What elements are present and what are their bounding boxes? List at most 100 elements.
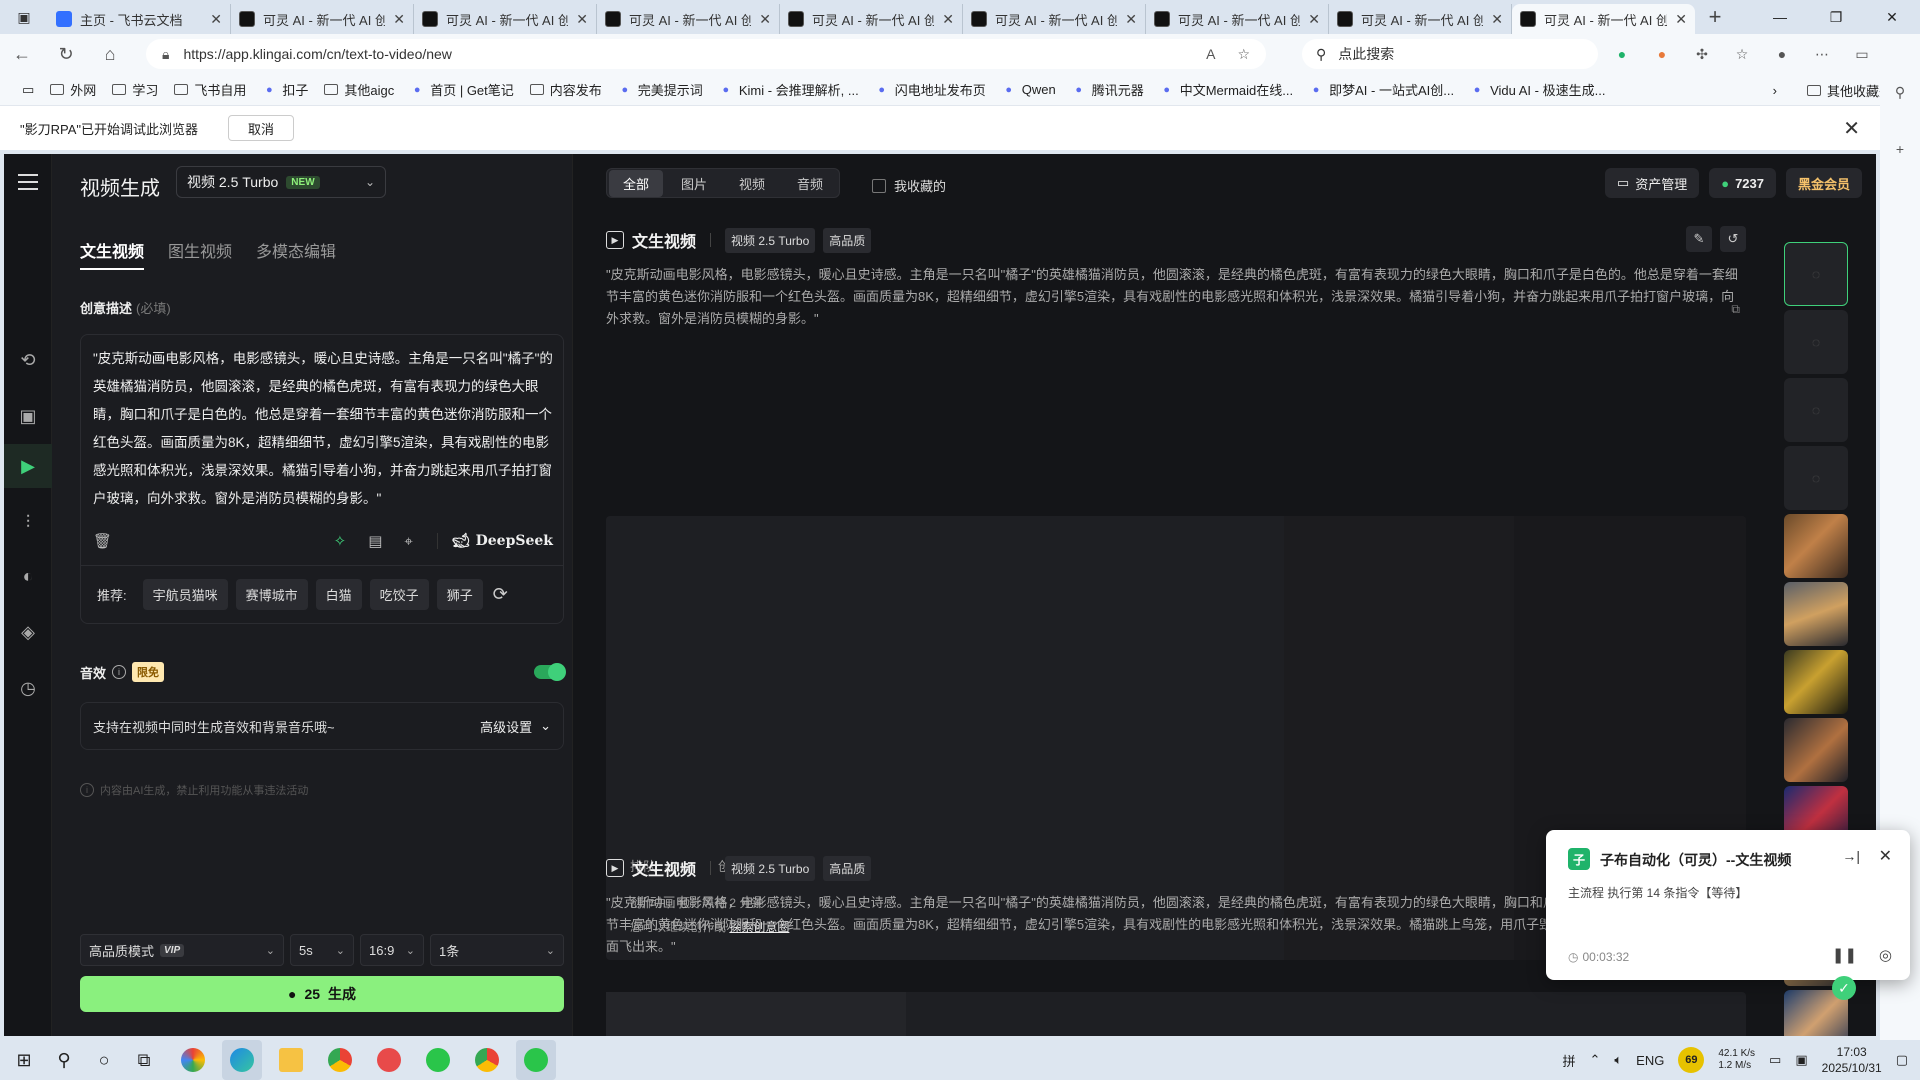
prompt-text[interactable]: "皮克斯动画电影风格，电影感镜头，暖心且史诗感。主角是一只名叫"橘子"的英雄橘猫… <box>93 345 553 513</box>
pause-icon[interactable]: ❚❚ <box>1832 946 1857 964</box>
duration-select[interactable]: 5s ⌄ <box>290 934 354 966</box>
chevron-right-icon[interactable]: › <box>1773 83 1777 98</box>
battery-indicator[interactable]: 69 <box>1678 1047 1705 1073</box>
bookmark-item[interactable]: ● Qwen <box>994 82 1064 97</box>
bookmark-item[interactable]: ● Kimi - 会推理解析, ... <box>711 80 867 99</box>
thumbnail-loading[interactable]: ◌ <box>1784 242 1848 306</box>
chrome-icon[interactable] <box>467 1040 507 1080</box>
explore-nav-icon[interactable]: ⟲ <box>4 338 52 382</box>
reading-list-icon[interactable]: ▭ <box>14 82 42 98</box>
thumbnail-image[interactable] <box>1784 582 1848 646</box>
ratio-select[interactable]: 16:9 ⌄ <box>360 934 424 966</box>
bookmark-item[interactable]: 其他aigc <box>316 80 402 99</box>
bookmark-item[interactable]: ● 扣子 <box>254 80 316 99</box>
bookmark-item[interactable]: ● 腾讯元器 <box>1064 80 1152 99</box>
wechat-icon[interactable] <box>516 1040 556 1080</box>
tab-text-to-video[interactable]: 文生视频 <box>80 238 145 270</box>
filter-image[interactable]: 图片 <box>667 170 721 197</box>
thumbnail-loading[interactable]: ◌ <box>1784 378 1848 442</box>
taskbar-app-icon[interactable] <box>369 1040 409 1080</box>
rec-chip[interactable]: 宇航员猫咪 <box>142 579 228 610</box>
video-nav-icon[interactable]: ▶ <box>4 444 52 488</box>
thumbnail-image[interactable] <box>1784 718 1848 782</box>
history-nav-icon[interactable]: ◷ <box>4 666 52 710</box>
bookmark-item[interactable]: ● Vidu AI - 极速生成... <box>1462 80 1613 99</box>
regenerate-icon[interactable]: ↺ <box>1720 226 1746 252</box>
bookmark-item[interactable]: ● 中文Mermaid在线... <box>1152 80 1301 99</box>
home-icon[interactable]: ⌂ <box>88 34 132 74</box>
bookmark-item[interactable]: ● 闪电地址发布页 <box>867 80 994 99</box>
vip-button[interactable]: 黑金会员 <box>1785 168 1862 198</box>
back-icon[interactable]: ← <box>0 34 44 74</box>
browser-tab[interactable]: 可灵 AI - 新一代 AI 创意 ✕ <box>231 4 414 34</box>
add-icon[interactable]: + <box>1896 141 1904 157</box>
cortana-icon[interactable]: ○ <box>84 1040 124 1080</box>
thumbnail-loading[interactable]: ◌ <box>1784 310 1848 374</box>
favorite-star-icon[interactable]: ☆ <box>1237 46 1250 63</box>
effects-nav-icon[interactable]: ◈ <box>4 610 52 654</box>
deepseek-button[interactable]: 🐋︎ DeepSeek <box>436 533 553 549</box>
browser-tab[interactable]: 主页 - 飞书云文档 ✕ <box>48 4 231 34</box>
file-explorer-icon[interactable] <box>271 1040 311 1080</box>
favorites-checkbox[interactable]: 我收藏的 <box>872 176 946 195</box>
filter-video[interactable]: 视频 <box>725 170 779 197</box>
more-icon[interactable]: ⋯ <box>1812 44 1832 64</box>
chrome-icon[interactable] <box>320 1040 360 1080</box>
task-view-icon[interactable]: ⧉ <box>124 1040 164 1080</box>
close-icon[interactable]: ✕ <box>1843 116 1860 141</box>
check-extension-icon[interactable]: ● <box>1612 44 1632 64</box>
windows-start-icon[interactable]: ⊞ <box>4 1040 44 1080</box>
edit-icon[interactable]: ✎ <box>1686 226 1712 252</box>
rec-chip[interactable]: 白猫 <box>315 579 362 610</box>
rec-chip[interactable]: 吃饺子 <box>369 579 429 610</box>
tab-actions-icon[interactable]: ▣ <box>0 0 48 34</box>
browser-tab[interactable]: 可灵 AI - 新一代 AI 创意 ✕ <box>963 4 1146 34</box>
filter-audio[interactable]: 音频 <box>783 170 837 197</box>
prompt-textarea[interactable]: "皮克斯动画电影风格，电影感镜头，暖心且史诗感。主角是一只名叫"橘子"的英雄橘猫… <box>80 334 564 624</box>
chevron-up-icon[interactable]: ⌃ <box>1589 1052 1600 1068</box>
bookmark-item[interactable]: ● 首页 | Get笔记 <box>402 80 522 99</box>
bookmark-item[interactable]: 内容发布 <box>522 80 610 99</box>
checkbox-box[interactable] <box>872 178 886 193</box>
image-nav-icon[interactable]: ▣ <box>4 394 52 438</box>
puzzle-icon[interactable]: ✣ <box>1692 44 1712 64</box>
menu-icon[interactable] <box>18 174 38 190</box>
read-aloud-icon[interactable]: A <box>1206 46 1215 63</box>
bookmark-item[interactable]: 飞书自用 <box>166 80 254 99</box>
clock[interactable]: 17:03 2025/10/31 <box>1822 1044 1882 1076</box>
new-tab-button[interactable]: + <box>1695 4 1735 30</box>
search-input[interactable]: ⚲ 点此搜索 <box>1302 39 1598 69</box>
notification-icon[interactable]: ▭ <box>1769 1052 1781 1068</box>
message-icon[interactable]: ▣ <box>1795 1052 1807 1068</box>
close-tab-icon[interactable]: ✕ <box>576 11 588 28</box>
profile-avatar-icon[interactable]: ● <box>1772 44 1792 64</box>
url-input[interactable]: 🔒︎ https://app.klingai.com/cn/text-to-vi… <box>146 39 1266 69</box>
search-icon[interactable]: ⚲ <box>44 1040 84 1080</box>
close-tab-icon[interactable]: ✕ <box>1675 11 1687 28</box>
model-select[interactable]: 视频 2.5 Turbo NEW ⌄ <box>176 166 386 198</box>
rec-chip[interactable]: 狮子 <box>436 579 483 610</box>
pin-icon[interactable]: →| <box>1842 848 1860 864</box>
sfx-toggle[interactable] <box>534 663 566 681</box>
count-select[interactable]: 1条 ⌄ <box>430 934 564 966</box>
avatar-nav-icon[interactable]: ◐ <box>4 554 52 598</box>
save-icon[interactable]: ▤ <box>368 532 382 550</box>
language-indicator[interactable]: ENG <box>1636 1053 1664 1068</box>
action-center-icon[interactable]: ▢ <box>1896 1052 1908 1068</box>
tab-image-to-video[interactable]: 图生视频 <box>168 238 232 270</box>
close-tab-icon[interactable]: ✕ <box>942 11 954 28</box>
close-tab-icon[interactable]: ✕ <box>759 11 771 28</box>
close-tab-icon[interactable]: ✕ <box>1491 11 1503 28</box>
quality-mode-select[interactable]: 高品质模式 VIP ⌄ <box>80 934 284 966</box>
browser-tab[interactable]: 可灵 AI - 新一代 AI 创意 ✕ <box>597 4 780 34</box>
browser-tab[interactable]: 可灵 AI - 新一代 AI 创意 ✕ <box>1512 4 1695 34</box>
audio-nav-icon[interactable]: ⫶ <box>4 500 52 544</box>
stop-icon[interactable]: ◎ <box>1879 946 1892 964</box>
sfx-settings[interactable]: 支持在视频中同时生成音效和背景音乐哦~ 高级设置 ⌄ <box>80 702 564 750</box>
volume-icon[interactable]: 🔈︎ <box>1614 1052 1622 1068</box>
collections-icon[interactable]: ☆ <box>1732 44 1752 64</box>
wechat-icon[interactable] <box>418 1040 458 1080</box>
search-icon[interactable]: ⚲ <box>1895 84 1905 101</box>
points-balance[interactable]: ● 7237 <box>1709 168 1776 198</box>
thumbnail-image[interactable] <box>1784 650 1848 714</box>
